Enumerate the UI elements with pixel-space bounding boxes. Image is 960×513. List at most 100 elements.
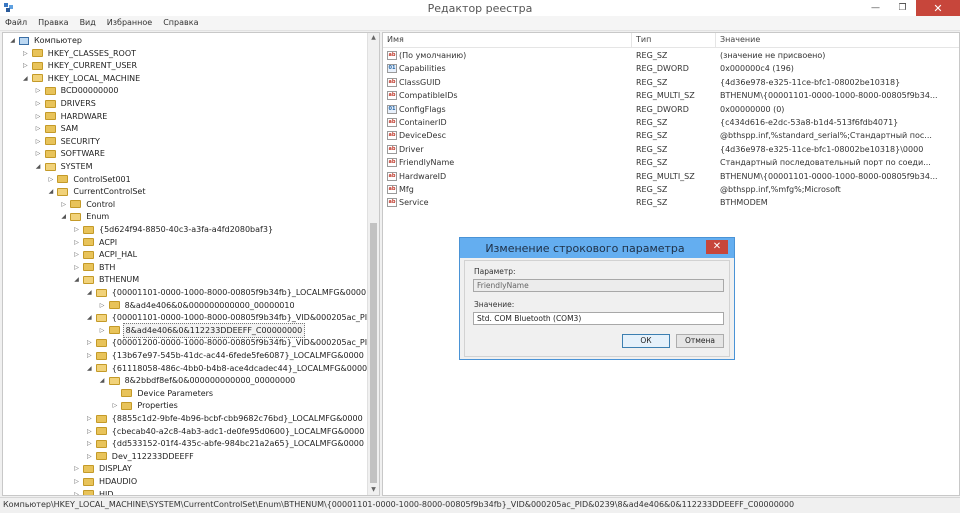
- expand-triangle-icon[interactable]: ▷: [85, 412, 94, 425]
- tree-node[interactable]: ◢ Компьютер: [8, 34, 84, 47]
- tree-node[interactable]: ▷ {cbecab40-a2c8-4ab3-adc1-de0fe95d0600}_…: [85, 425, 367, 438]
- value-row[interactable]: ab Mfg REG_SZ @bthspp.inf,%mfg%;Microsoft: [383, 183, 959, 196]
- menu-edit[interactable]: Правка: [33, 16, 74, 30]
- expand-triangle-icon[interactable]: ▷: [72, 236, 81, 249]
- collapse-triangle-icon[interactable]: ◢: [85, 311, 94, 324]
- collapse-triangle-icon[interactable]: ◢: [21, 72, 30, 85]
- tree-node[interactable]: ▷ HKEY_CURRENT_USER: [21, 59, 139, 72]
- expand-triangle-icon[interactable]: ▷: [72, 248, 81, 261]
- value-row[interactable]: ab Service REG_SZ BTHMODEM: [383, 196, 959, 209]
- expand-triangle-icon[interactable]: ▷: [98, 324, 107, 337]
- expand-triangle-icon[interactable]: ▷: [72, 223, 81, 236]
- expand-triangle-icon[interactable]: ▷: [34, 97, 43, 110]
- tree-node[interactable]: ◢ CurrentControlSet: [46, 185, 147, 198]
- tree-node[interactable]: ▷ BCD00000000: [34, 84, 121, 97]
- close-button[interactable]: ✕: [916, 0, 960, 16]
- collapse-triangle-icon[interactable]: ◢: [72, 273, 81, 286]
- value-row[interactable]: ab (По умолчанию) REG_SZ (значение не присв…: [383, 49, 959, 62]
- tree-node[interactable]: ◢ BTHENUM: [72, 273, 141, 286]
- tree-node[interactable]: ◢ SYSTEM: [34, 160, 95, 173]
- expand-triangle-icon[interactable]: ▷: [34, 122, 43, 135]
- expand-triangle-icon[interactable]: ▷: [21, 47, 30, 60]
- expand-triangle-icon[interactable]: ▷: [85, 336, 94, 349]
- expand-triangle-icon[interactable]: ▷: [34, 135, 43, 148]
- tree-node[interactable]: ◢ {00001101-0000-1000-8000-00805f9b34fb}_…: [85, 286, 368, 299]
- tree-node[interactable]: ▷ {dd533152-01f4-435c-abfe-984bc21a2a65}_…: [85, 437, 366, 450]
- tree-node[interactable]: ▷ HARDWARE: [34, 110, 110, 123]
- value-row[interactable]: ab DeviceDesc REG_SZ @bthspp.inf,%standard_…: [383, 129, 959, 142]
- tree-node[interactable]: ▷ {13b67e97-545b-41dc-ac44-6fede5fe6087}_…: [85, 349, 366, 362]
- tree-node[interactable]: ▷ ACPI_HAL: [72, 248, 139, 261]
- collapse-triangle-icon[interactable]: ◢: [34, 160, 43, 173]
- collapse-triangle-icon[interactable]: ◢: [46, 185, 55, 198]
- collapse-triangle-icon[interactable]: ◢: [85, 362, 94, 375]
- tree-node[interactable]: ▷ DRIVERS: [34, 97, 98, 110]
- expand-triangle-icon[interactable]: ▷: [98, 299, 107, 312]
- value-row[interactable]: ab CompatibleIDs REG_MULTI_SZ BTHENUM\{0000…: [383, 89, 959, 102]
- menu-favorites[interactable]: Избранное: [102, 16, 158, 30]
- tree-node[interactable]: ▷ {5d624f94-8850-40c3-a3fa-a4fd2080baf3}: [72, 223, 275, 236]
- tree-node[interactable]: ▷ ControlSet001: [46, 173, 132, 186]
- expand-triangle-icon[interactable]: ▷: [85, 450, 94, 463]
- expand-triangle-icon[interactable]: ▷: [34, 110, 43, 123]
- tree-node[interactable]: ▷ 8&ad4e406&0&000000000000_00000010: [98, 299, 297, 312]
- scroll-down-arrow-icon[interactable]: ▼: [368, 485, 379, 495]
- menu-view[interactable]: Вид: [75, 16, 102, 30]
- tree-node[interactable]: ▷ HID: [72, 488, 116, 495]
- tree-node[interactable]: ▷ {00001200-0000-1000-8000-00805f9b34fb}_…: [85, 336, 379, 349]
- tree-node[interactable]: ▷ SAM: [34, 122, 81, 135]
- expand-triangle-icon[interactable]: ▷: [34, 147, 43, 160]
- expand-triangle-icon[interactable]: ▷: [85, 437, 94, 450]
- column-name-header[interactable]: Имя: [383, 33, 632, 47]
- expand-triangle-icon[interactable]: ▷: [34, 84, 43, 97]
- tree-node[interactable]: Device Parameters: [110, 387, 215, 400]
- column-value-header[interactable]: Значение: [716, 33, 959, 47]
- value-row[interactable]: ab Driver REG_SZ {4d36e978-e325-11ce-bfc1-0…: [383, 143, 959, 156]
- tree-node[interactable]: ◢ {61118058-486c-4bb0-b4b8-ace4dcadec44}_…: [85, 362, 369, 375]
- minimize-button[interactable]: —: [862, 0, 889, 16]
- tree-node[interactable]: ▷ SOFTWARE: [34, 147, 107, 160]
- expand-triangle-icon[interactable]: ▷: [72, 462, 81, 475]
- value-row[interactable]: ab HardwareID REG_MULTI_SZ BTHENUM\{0000110…: [383, 170, 959, 183]
- tree-node[interactable]: ▷ BTH: [72, 261, 117, 274]
- tree-node[interactable]: ▷ {8855c1d2-9bfe-4b96-bcbf-cbb9682c76bd}_…: [85, 412, 365, 425]
- dialog-close-button[interactable]: ✕: [706, 240, 728, 254]
- expand-triangle-icon[interactable]: ▷: [59, 198, 68, 211]
- value-row[interactable]: 01 Capabilities REG_DWORD 0x000000c4 (196): [383, 62, 959, 75]
- tree-node[interactable]: ▷ DISPLAY: [72, 462, 134, 475]
- expand-triangle-icon[interactable]: ▷: [72, 261, 81, 274]
- tree-node[interactable]: ◢ 8&2bbdf8ef&0&000000000000_00000000: [98, 374, 298, 387]
- value-data-input[interactable]: [473, 312, 724, 325]
- menu-file[interactable]: Файл: [0, 16, 33, 30]
- tree-node[interactable]: ▷ SECURITY: [34, 135, 102, 148]
- menu-help[interactable]: Справка: [158, 16, 204, 30]
- value-row[interactable]: 01 ConfigFlags REG_DWORD 0x00000000 (0): [383, 103, 959, 116]
- registry-tree[interactable]: ◢ Компьютер ▷ HKEY_CLASSES_ROOT ▷ HKEY_CURREN…: [2, 32, 380, 496]
- expand-triangle-icon[interactable]: ▷: [46, 173, 55, 186]
- tree-node[interactable]: ◢ HKEY_LOCAL_MACHINE: [21, 72, 142, 85]
- tree-node[interactable]: ▷ Control: [59, 198, 117, 211]
- expand-triangle-icon[interactable]: ▷: [110, 399, 119, 412]
- collapse-triangle-icon[interactable]: ◢: [85, 286, 94, 299]
- scroll-thumb[interactable]: [370, 223, 377, 483]
- tree-node[interactable]: ▷ HKEY_CLASSES_ROOT: [21, 47, 138, 60]
- scroll-up-arrow-icon[interactable]: ▲: [368, 33, 379, 43]
- column-type-header[interactable]: Тип: [632, 33, 716, 47]
- ok-button[interactable]: ОК: [622, 334, 670, 348]
- maximize-button[interactable]: ❐: [889, 0, 916, 16]
- expand-triangle-icon[interactable]: ▷: [72, 475, 81, 488]
- collapse-triangle-icon[interactable]: ◢: [59, 210, 68, 223]
- tree-node[interactable]: ◢ Enum: [59, 210, 111, 223]
- expand-triangle-icon[interactable]: ▷: [85, 349, 94, 362]
- expand-triangle-icon[interactable]: ▷: [72, 488, 81, 495]
- collapse-triangle-icon[interactable]: ◢: [8, 34, 17, 47]
- value-row[interactable]: ab ClassGUID REG_SZ {4d36e978-e325-11ce-bfc…: [383, 76, 959, 89]
- tree-node[interactable]: ▷ Dev_112233DDEEFF: [85, 450, 196, 463]
- tree-node[interactable]: ▷ ACPI: [72, 236, 119, 249]
- collapse-triangle-icon[interactable]: ◢: [98, 374, 107, 387]
- expand-triangle-icon[interactable]: ▷: [21, 59, 30, 72]
- tree-node[interactable]: ▷ HDAUDIO: [72, 475, 139, 488]
- tree-scrollbar[interactable]: ▲ ▼: [367, 33, 379, 495]
- expand-triangle-icon[interactable]: ▷: [85, 425, 94, 438]
- value-row[interactable]: ab ContainerID REG_SZ {c434d616-e2dc-53a8-b…: [383, 116, 959, 129]
